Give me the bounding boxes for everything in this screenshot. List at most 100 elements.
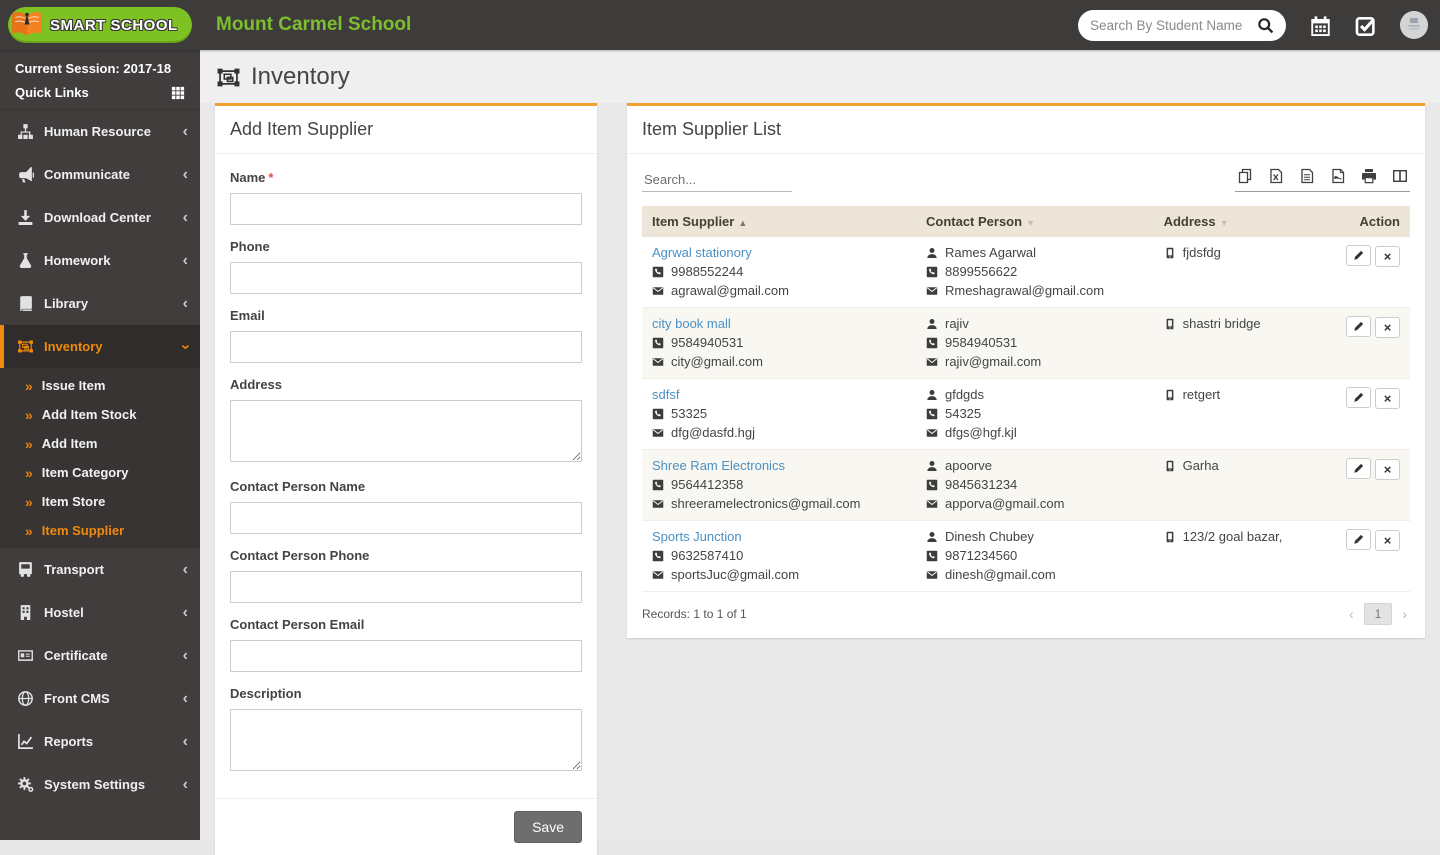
submenu-item-item-supplier[interactable]: » Item Supplier bbox=[0, 516, 200, 545]
name-input[interactable] bbox=[230, 193, 582, 225]
page-number-button[interactable]: 1 bbox=[1363, 603, 1393, 625]
submenu-item-label: Add Item bbox=[41, 436, 98, 451]
sidebar-item-inventory[interactable]: Inventory ‹ bbox=[0, 325, 200, 368]
sidebar-item-download-center[interactable]: Download Center ‹ bbox=[0, 196, 200, 239]
supplier-name-link[interactable]: Sports Junction bbox=[652, 529, 742, 545]
delete-button[interactable]: × bbox=[1375, 530, 1400, 551]
double-chevron-icon: » bbox=[25, 464, 33, 481]
field-label: Address bbox=[230, 377, 582, 392]
contact-person-phone-input[interactable] bbox=[230, 571, 582, 603]
supplier-cell: sdfsf 53325 dfg@dasfd.hgj bbox=[642, 378, 916, 450]
sidebar-item-front-cms[interactable]: Front CMS ‹ bbox=[0, 677, 200, 720]
address-textarea[interactable] bbox=[230, 400, 582, 462]
columns-icon[interactable] bbox=[1392, 168, 1408, 184]
table-body: Agrwal stationory 9988552244 agrawal@gmail… bbox=[642, 237, 1410, 592]
student-search-input[interactable] bbox=[1090, 17, 1257, 33]
sitemap-icon bbox=[17, 123, 34, 140]
sidebar-item-transport[interactable]: Transport ‹ bbox=[0, 548, 200, 591]
delete-button[interactable]: × bbox=[1375, 246, 1400, 267]
submenu-item-add-item[interactable]: » Add Item bbox=[0, 429, 200, 458]
action-cell: × bbox=[1320, 307, 1410, 379]
object-group-icon bbox=[217, 68, 240, 86]
next-page-button[interactable]: › bbox=[1399, 606, 1410, 622]
prev-page-button[interactable]: ‹ bbox=[1346, 606, 1357, 622]
supplier-name-link-line: Agrwal stationory bbox=[652, 245, 906, 261]
excel-icon[interactable] bbox=[1268, 168, 1284, 184]
submenu-item-add-item-stock[interactable]: » Add Item Stock bbox=[0, 400, 200, 429]
edit-button[interactable] bbox=[1346, 316, 1371, 337]
column-header-contact-person[interactable]: Contact Person ▼ bbox=[915, 206, 1154, 237]
supplier-name-link[interactable]: Agrwal stationory bbox=[652, 245, 752, 261]
contact-person-name: apoorve bbox=[944, 458, 992, 473]
address-icon bbox=[1164, 247, 1176, 259]
description-textarea[interactable] bbox=[230, 709, 582, 771]
user-icon bbox=[926, 318, 938, 330]
contact-person-name-line: gfdgds bbox=[926, 387, 1144, 403]
sidebar-item-label: Reports bbox=[44, 734, 94, 749]
form-footer: Save bbox=[215, 798, 597, 855]
contact-person-name-input[interactable] bbox=[230, 502, 582, 534]
double-chevron-icon: » bbox=[25, 377, 33, 394]
csv-icon[interactable] bbox=[1299, 168, 1315, 184]
supplier-email: agrawal@gmail.com bbox=[671, 283, 789, 298]
supplier-name-link[interactable]: city book mall bbox=[652, 316, 731, 332]
user-avatar[interactable] bbox=[1400, 11, 1428, 39]
field-label: Email bbox=[230, 308, 582, 323]
phone-square-icon bbox=[926, 479, 938, 491]
sidebar-item-communicate[interactable]: Communicate ‹ bbox=[0, 153, 200, 196]
supplier-name-link-line: Shree Ram Electronics bbox=[652, 458, 906, 474]
search-icon[interactable] bbox=[1257, 17, 1274, 34]
phone-input[interactable] bbox=[230, 262, 582, 294]
list-toolbar bbox=[627, 154, 1425, 200]
save-button[interactable]: Save bbox=[514, 811, 582, 843]
column-header-item-supplier[interactable]: Item Supplier ▲ bbox=[642, 206, 916, 237]
contact-person-email-input[interactable] bbox=[230, 640, 582, 672]
submenu-item-item-category[interactable]: » Item Category bbox=[0, 458, 200, 487]
contact-person-email: dinesh@gmail.com bbox=[944, 567, 1056, 582]
delete-button[interactable]: × bbox=[1375, 388, 1400, 409]
supplier-phone-line: 53325 bbox=[652, 406, 906, 422]
app-logo[interactable]: SMART SCHOOL bbox=[8, 7, 192, 43]
edit-button[interactable] bbox=[1346, 458, 1371, 479]
pdf-icon[interactable] bbox=[1330, 168, 1346, 184]
sidebar-item-homework[interactable]: Homework ‹ bbox=[0, 239, 200, 282]
id-card-icon bbox=[17, 647, 34, 664]
calendar-icon[interactable] bbox=[1310, 15, 1331, 36]
edit-button[interactable] bbox=[1346, 387, 1371, 408]
sidebar: Current Session: 2017-18 Quick Links Hum… bbox=[0, 50, 200, 840]
chevron-left-icon: ‹ bbox=[182, 251, 188, 269]
field-label-text: Description bbox=[230, 686, 302, 701]
sidebar-item-human-resource[interactable]: Human Resource ‹ bbox=[0, 110, 200, 153]
sidebar-item-system-settings[interactable]: System Settings ‹ bbox=[0, 763, 200, 806]
sidebar-item-library[interactable]: Library ‹ bbox=[0, 282, 200, 325]
table-search-input[interactable] bbox=[642, 168, 792, 192]
envelope-icon bbox=[652, 285, 664, 297]
form-field-email: Email bbox=[230, 308, 582, 363]
book-logo-icon bbox=[12, 12, 42, 36]
supplier-email-line: shreeramelectronics@gmail.com bbox=[652, 496, 906, 512]
email-input[interactable] bbox=[230, 331, 582, 363]
sidebar-item-reports[interactable]: Reports ‹ bbox=[0, 720, 200, 763]
supplier-phone-line: 9564412358 bbox=[652, 477, 906, 493]
delete-button[interactable]: × bbox=[1375, 459, 1400, 480]
delete-button[interactable]: × bbox=[1375, 317, 1400, 338]
submenu-item-issue-item[interactable]: » Issue Item bbox=[0, 371, 200, 400]
submenu-item-label: Add Item Stock bbox=[41, 407, 137, 422]
grid-th-icon[interactable] bbox=[171, 86, 185, 100]
phone-square-icon bbox=[652, 266, 664, 278]
edit-button[interactable] bbox=[1346, 529, 1371, 550]
check-square-icon[interactable] bbox=[1355, 15, 1376, 36]
print-icon[interactable] bbox=[1361, 168, 1377, 184]
sort-asc-icon: ▲ bbox=[738, 218, 748, 228]
chevron-left-icon: ‹ bbox=[182, 294, 188, 312]
contact-person-name-line: rajiv bbox=[926, 316, 1144, 332]
column-header-address[interactable]: Address ▼ bbox=[1153, 206, 1320, 237]
supplier-name-link[interactable]: Shree Ram Electronics bbox=[652, 458, 785, 474]
edit-button[interactable] bbox=[1346, 245, 1371, 266]
sidebar-item-hostel[interactable]: Hostel ‹ bbox=[0, 591, 200, 634]
supplier-name-link[interactable]: sdfsf bbox=[652, 387, 679, 403]
current-session-label: Current Session: 2017-18 bbox=[15, 61, 172, 76]
submenu-item-item-store[interactable]: » Item Store bbox=[0, 487, 200, 516]
sidebar-item-certificate[interactable]: Certificate ‹ bbox=[0, 634, 200, 677]
copy-icon[interactable] bbox=[1237, 168, 1253, 184]
